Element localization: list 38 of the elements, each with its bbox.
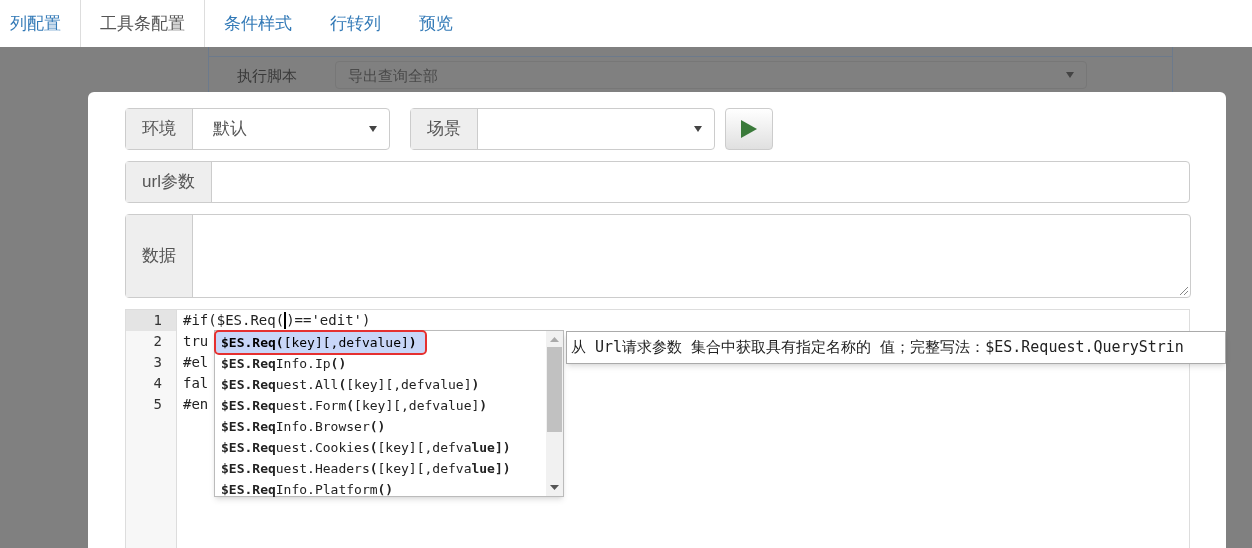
code-line: #el [183,353,209,372]
suggestion-item[interactable]: $ES.ReqInfo.Platform() [216,479,546,500]
caret-icon [369,126,377,132]
caret-icon [1066,72,1074,78]
environment-select[interactable]: 环境 默认 [125,108,390,150]
line-number: 1 [126,310,176,331]
suggestion-item[interactable]: $ES.Request.Headers([key][,defvalue]) [216,458,546,479]
tab[interactable]: 预览 [400,0,472,47]
suggestion-item[interactable]: $ES.Req([key][,defvalue]) [216,332,425,353]
tab[interactable]: 行转列 [311,0,400,47]
suggestion-item[interactable]: $ES.Request.Form([key][,defvalue]) [216,395,546,416]
line-number: 2 [152,332,163,351]
scene-select[interactable]: 场景 [410,108,715,150]
text-cursor [284,312,287,329]
code-line: )=='edit') [286,311,371,330]
url-params-field[interactable]: url参数 [125,161,1190,203]
tab[interactable]: 条件样式 [205,0,311,47]
tab[interactable]: 列配置 [0,0,80,47]
tooltip: 从 Url请求参数 集合中获取具有指定名称的 值；完整写法：$ES.Request.QueryStrin [566,331,1226,364]
run-button[interactable] [725,108,773,150]
code-line: #if($ES.Req( [183,311,285,330]
suggestion-item[interactable]: $ES.ReqInfo.Ip() [216,353,546,374]
suggestion-item[interactable]: $ES.Request.Cookies([key][,defvalue]) [216,437,546,458]
data-field[interactable]: 数据 [125,214,1191,298]
line-number: 4 [152,374,163,393]
caret-icon [694,126,702,132]
scrollbar[interactable] [546,331,563,496]
suggestion-item[interactable]: $ES.Request.All([key][,defvalue]) [216,374,546,395]
play-icon [741,120,757,138]
code-line: fal [183,374,209,393]
form-label: 执行脚本 [236,67,298,83]
code-line: tru [183,332,209,351]
code-line: #en [183,395,209,414]
line-number: 3 [152,353,163,372]
suggestion-item[interactable]: $ES.ReqInfo.Browser() [216,416,546,437]
line-number: 5 [152,395,163,414]
resize-grip-icon[interactable] [1180,287,1188,295]
tab[interactable]: 工具条配置 [80,0,205,47]
